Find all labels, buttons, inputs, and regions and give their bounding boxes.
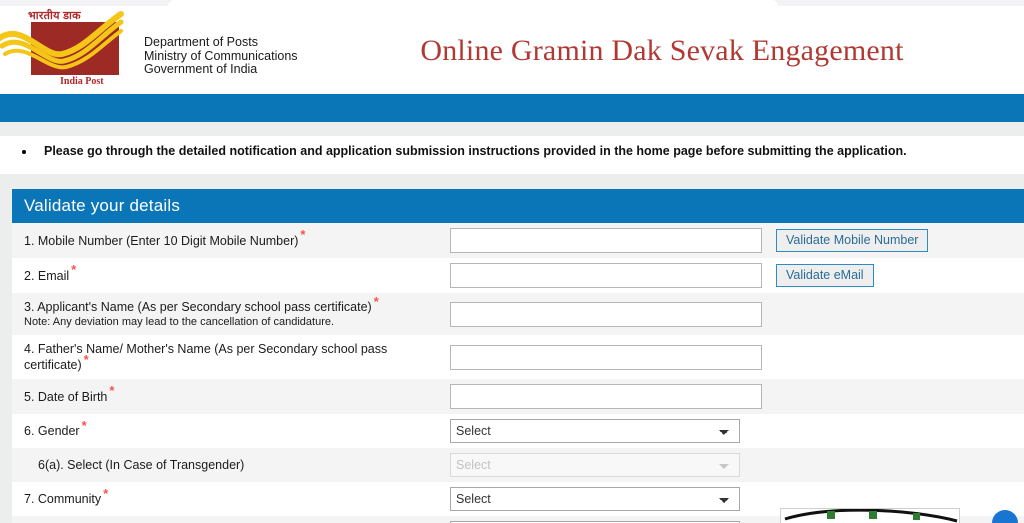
form-row-label-cell: 4. Father's Name/ Mother's Name (As per … (12, 335, 444, 379)
field-label: 4. Father's Name/ Mother's Name (As per … (24, 342, 388, 372)
form-row-action-cell (768, 448, 1024, 482)
form-row-label-cell: 3. Applicant's Name (As per Secondary sc… (12, 293, 444, 335)
department-block: Department of Posts Ministry of Communic… (144, 35, 298, 77)
text-input[interactable] (450, 301, 762, 327)
form-row-label-cell: 2. Email * (12, 258, 444, 293)
form-row-input-cell: Select Circle (444, 516, 768, 523)
form-row-action-cell: Validate eMail (768, 258, 1024, 293)
form-row-input-cell: Select (444, 482, 768, 516)
primary-navbar (0, 94, 1024, 122)
select-dropdown[interactable]: Select (450, 487, 740, 511)
validate-form-table: 1. Mobile Number (Enter 10 Digit Mobile … (12, 223, 1024, 523)
captcha-distortion-icon (784, 509, 958, 523)
form-row-input-cell: Select (444, 414, 768, 448)
form-row-label-cell: 5. Date of Birth * (12, 379, 444, 414)
form-row: 6. Gender * Select (12, 414, 1024, 448)
form-row: 3. Applicant's Name (As per Secondary sc… (12, 293, 1024, 335)
required-asterisk-icon: * (373, 293, 379, 309)
form-row-label-cell: 6. Gender * (12, 414, 444, 448)
validate-button[interactable]: Validate Mobile Number (776, 229, 929, 252)
logo-india-post-text: India Post (60, 76, 104, 87)
form-row-action-cell: Validate Mobile Number (768, 223, 1024, 258)
captcha-area (780, 508, 1024, 523)
notice-banner: Please go through the detailed notificat… (0, 136, 1024, 174)
required-asterisk-icon: * (300, 227, 306, 243)
field-note: Note: Any deviation may lead to the canc… (24, 316, 335, 328)
form-row: 2. Email * Validate eMail (12, 258, 1024, 293)
form-row-input-cell: Select (444, 448, 768, 482)
form-row-input-cell (444, 258, 768, 293)
required-asterisk-icon: * (109, 383, 115, 399)
required-asterisk-icon: * (103, 485, 109, 501)
form-row-action-cell (768, 293, 1024, 335)
field-label: 5. Date of Birth * (24, 383, 115, 404)
text-input[interactable] (450, 344, 762, 370)
form-row: 1. Mobile Number (Enter 10 Digit Mobile … (12, 223, 1024, 258)
section-title: Validate your details (24, 196, 181, 215)
refresh-icon[interactable] (992, 510, 1018, 523)
form-row-input-cell (444, 335, 768, 379)
form-row: 5. Date of Birth * (12, 379, 1024, 414)
page-title: Online Gramin Dak Sevak Engagement (420, 34, 904, 67)
field-label: 1. Mobile Number (Enter 10 Digit Mobile … (24, 227, 306, 248)
form-row-label-cell: 1. Mobile Number (Enter 10 Digit Mobile … (12, 223, 444, 258)
form-row-label-cell: 8. Circle in which Secondary school pass… (12, 516, 444, 523)
field-label: 2. Email * (24, 262, 77, 283)
text-input[interactable] (450, 263, 762, 288)
field-label: 6. Gender * (24, 417, 87, 438)
validate-button[interactable]: Validate eMail (776, 264, 874, 287)
bullet-icon (22, 150, 26, 154)
dept-line-1: Department of Posts (144, 35, 258, 49)
field-label: 7. Community * (24, 485, 109, 506)
text-input[interactable] (450, 228, 762, 253)
field-label: 3. Applicant's Name (As per Secondary sc… (24, 293, 379, 314)
dept-line-2: Ministry of Communications (144, 48, 298, 63)
required-asterisk-icon: * (83, 351, 89, 367)
india-post-logo: भारतीय डाक India Post (0, 8, 134, 92)
form-row: 6(a). Select (In Case of Transgender) Sel… (12, 448, 1024, 482)
field-label: 6(a). Select (In Case of Transgender) (38, 458, 245, 472)
dept-line-3: Government of India (144, 62, 258, 76)
form-row-action-cell (768, 414, 1024, 448)
form-row-action-cell (768, 335, 1024, 379)
form-row: 4. Father's Name/ Mother's Name (As per … (12, 335, 1024, 379)
form-row-label-cell: 6(a). Select (In Case of Transgender) (12, 448, 444, 482)
form-row-input-cell (444, 293, 768, 335)
section-header-validate: Validate your details (12, 189, 1024, 223)
form-row-action-cell (768, 379, 1024, 414)
logo-swoosh-icon (0, 11, 124, 70)
notice-text: Please go through the detailed notificat… (44, 144, 907, 158)
captcha-image (780, 508, 960, 523)
form-row-input-cell (444, 223, 768, 258)
site-header: भारतीय डाक India Post Department of Post… (0, 6, 1024, 94)
form-row-input-cell (444, 379, 768, 414)
select-dropdown: Select (450, 453, 740, 477)
text-input[interactable] (450, 384, 762, 409)
required-asterisk-icon: * (81, 417, 87, 433)
form-row-label-cell: 7. Community * (12, 482, 444, 516)
required-asterisk-icon: * (71, 262, 77, 278)
select-dropdown[interactable]: Select (450, 419, 740, 443)
page-root: भारतीय डाक India Post Department of Post… (0, 0, 1024, 523)
